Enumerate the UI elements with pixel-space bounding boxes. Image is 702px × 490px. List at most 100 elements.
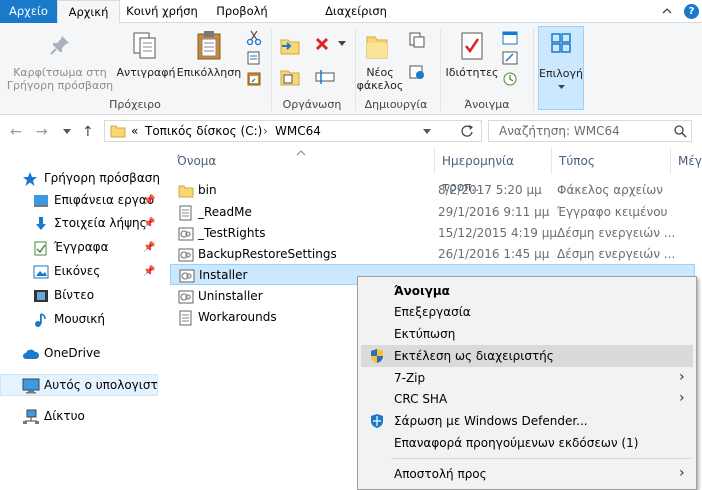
copy-icon	[133, 32, 156, 59]
batch-file-icon	[178, 248, 194, 262]
file-type: Έγγραφο κειμένου	[557, 205, 668, 219]
nav-network[interactable]: Δίκτυο	[0, 406, 158, 428]
menu-item-open[interactable]: Άνοιγμα	[361, 280, 693, 302]
chevron-down-icon[interactable]	[63, 129, 71, 135]
select-label: Επιλογή	[539, 67, 584, 80]
navigation-pane: Γρήγορη πρόσβαση Επιφάνεια εργασ 📌 Στοιχ…	[0, 150, 160, 490]
breadcrumb-drive[interactable]: Τοπικός δίσκος (C:)	[145, 124, 262, 138]
nav-music[interactable]: Μουσική	[0, 309, 158, 331]
tab-manage[interactable]: Διαχείριση	[312, 0, 400, 23]
file-type: Φάκελος αρχείων	[557, 183, 663, 197]
back-arrow-icon[interactable]: ←	[10, 124, 22, 140]
context-menu: Άνοιγμα Επεξεργασία Εκτύπωση Εκτέλεση ως…	[357, 276, 697, 490]
download-arrow-icon	[36, 217, 46, 230]
tab-file[interactable]: Αρχείο	[0, 0, 57, 23]
breadcrumb-overflow[interactable]: «	[131, 124, 138, 138]
nav-desktop[interactable]: Επιφάνεια εργασ 📌	[0, 190, 158, 212]
batch-file-icon	[179, 269, 195, 283]
nav-downloads[interactable]: Στοιχεία λήψης 📌	[0, 213, 158, 235]
menu-label: Επεξεργασία	[394, 305, 471, 319]
search-icon[interactable]	[673, 124, 687, 138]
column-header-date[interactable]: Ημερομηνία τροπ...	[435, 148, 552, 194]
group-organize-label: Οργάνωση	[282, 98, 342, 111]
nav-label: Εικόνες	[54, 264, 101, 278]
move-to-icon[interactable]	[279, 36, 301, 56]
menu-item-print[interactable]: Εκτύπωση	[361, 323, 693, 345]
folder-icon	[110, 125, 126, 138]
menu-item-defender[interactable]: Σάρωση με Windows Defender...	[361, 410, 693, 432]
menu-label: Σάρωση με Windows Defender...	[394, 414, 588, 428]
nav-label: Αυτός ο υπολογιστ	[44, 378, 158, 392]
easy-access-icon[interactable]	[408, 63, 426, 81]
properties-button[interactable]: Ιδιότητες	[444, 66, 500, 79]
ribbon: Καρφίτσωμα στη Γρήγορη πρόσβαση Αντιγραφ…	[0, 23, 702, 115]
paste-button[interactable]: Επικόλληση	[176, 66, 242, 79]
nav-pictures[interactable]: Εικόνες 📌	[0, 261, 158, 283]
collapse-ribbon-icon[interactable]	[661, 5, 673, 17]
column-header-name[interactable]: Όνομα	[170, 148, 435, 174]
search-input[interactable]: Αναζήτηση: WMC64	[488, 120, 692, 142]
batch-file-icon	[178, 290, 194, 304]
scissors-icon[interactable]	[246, 30, 262, 46]
refresh-icon[interactable]	[460, 124, 474, 138]
new-folder-button[interactable]: Νέος φάκελος	[356, 66, 404, 92]
file-type: Δέσμη ενεργειών ...	[557, 226, 676, 240]
table-row[interactable]: _TestRights 15/12/2015 4:19 μμ Δέσμη ενε…	[170, 223, 695, 244]
table-row[interactable]: bin 8/2/2017 5:20 μμ Φάκελος αρχείων	[170, 180, 695, 201]
file-date: 8/2/2017 5:20 μμ	[438, 183, 542, 197]
nav-videos[interactable]: Βίντεο	[0, 285, 158, 307]
nav-onedrive[interactable]: OneDrive	[0, 343, 158, 365]
pin-quick-access-button[interactable]: Καρφίτσωμα στη Γρήγορη πρόσβαση	[2, 66, 118, 92]
menu-item-send-to[interactable]: Αποστολή προς ›	[361, 463, 693, 485]
address-bar[interactable]: « Τοπικός δίσκος (C:) › WMC64	[104, 120, 482, 142]
open-icon[interactable]	[502, 31, 518, 45]
submenu-arrow-icon: ›	[679, 465, 685, 481]
new-item-icon[interactable]	[408, 31, 426, 49]
nav-documents[interactable]: Έγγραφα 📌	[0, 237, 158, 259]
delete-icon[interactable]	[313, 35, 333, 55]
defender-icon	[371, 414, 383, 428]
nav-label: Στοιχεία λήψης	[54, 216, 147, 230]
desktop-icon	[34, 195, 48, 207]
tab-home[interactable]: Αρχική	[57, 0, 120, 24]
select-button[interactable]: Επιλογή	[538, 26, 584, 110]
table-row[interactable]: BackupRestoreSettings 26/1/2016 1:45 μμ …	[170, 244, 695, 265]
nav-label: Δίκτυο	[44, 409, 85, 423]
copy-path-icon[interactable]	[246, 50, 262, 66]
rename-icon[interactable]	[314, 67, 336, 87]
help-icon[interactable]: ?	[684, 4, 699, 19]
menu-item-7zip[interactable]: 7-Zip ›	[361, 367, 693, 389]
forward-arrow-icon[interactable]: →	[36, 124, 48, 140]
table-row[interactable]: _ReadMe 29/1/2016 9:11 μμ Έγγραφο κειμέν…	[170, 202, 695, 223]
menu-item-crc-sha[interactable]: CRC SHA ›	[361, 388, 693, 410]
file-name: Installer	[199, 268, 248, 282]
nav-this-pc[interactable]: Αυτός ο υπολογιστ	[0, 374, 158, 396]
up-arrow-icon[interactable]: ↑	[82, 124, 94, 140]
chevron-down-icon[interactable]	[338, 41, 346, 47]
breadcrumb-folder[interactable]: WMC64	[275, 124, 321, 138]
breadcrumb-separator: ›	[263, 124, 268, 138]
pictures-icon	[33, 265, 49, 279]
tab-view[interactable]: Προβολή	[204, 0, 280, 23]
nav-quick-access[interactable]: Γρήγορη πρόσβαση	[0, 168, 160, 190]
new-folder-label-1: Νέος	[366, 66, 394, 79]
history-icon[interactable]	[502, 71, 518, 87]
edit-icon[interactable]	[502, 51, 518, 65]
copy-to-icon[interactable]	[279, 67, 301, 87]
paste-shortcut-icon[interactable]	[246, 70, 262, 86]
column-header-size[interactable]: Μέγ	[671, 148, 702, 174]
menu-label: Αποστολή προς	[394, 467, 487, 481]
tab-share[interactable]: Κοινή χρήση	[122, 0, 202, 23]
file-date: 26/1/2016 1:45 μμ	[438, 247, 550, 261]
menu-item-restore-versions[interactable]: Επαναφορά προηγούμενων εκδόσεων (1)	[361, 432, 693, 454]
paste-icon	[197, 31, 221, 60]
computer-icon	[22, 378, 40, 394]
column-header-type[interactable]: Τύπος	[552, 148, 671, 174]
menu-item-edit[interactable]: Επεξεργασία	[361, 301, 693, 323]
chevron-down-icon[interactable]	[423, 129, 431, 135]
menu-item-run-as-admin[interactable]: Εκτέλεση ως διαχειριστής	[361, 345, 693, 367]
copy-button[interactable]: Αντιγραφή	[116, 66, 176, 79]
file-type: Δέσμη ενεργειών ...	[557, 247, 676, 261]
divider	[533, 29, 534, 111]
nav-label: Βίντεο	[54, 288, 95, 302]
